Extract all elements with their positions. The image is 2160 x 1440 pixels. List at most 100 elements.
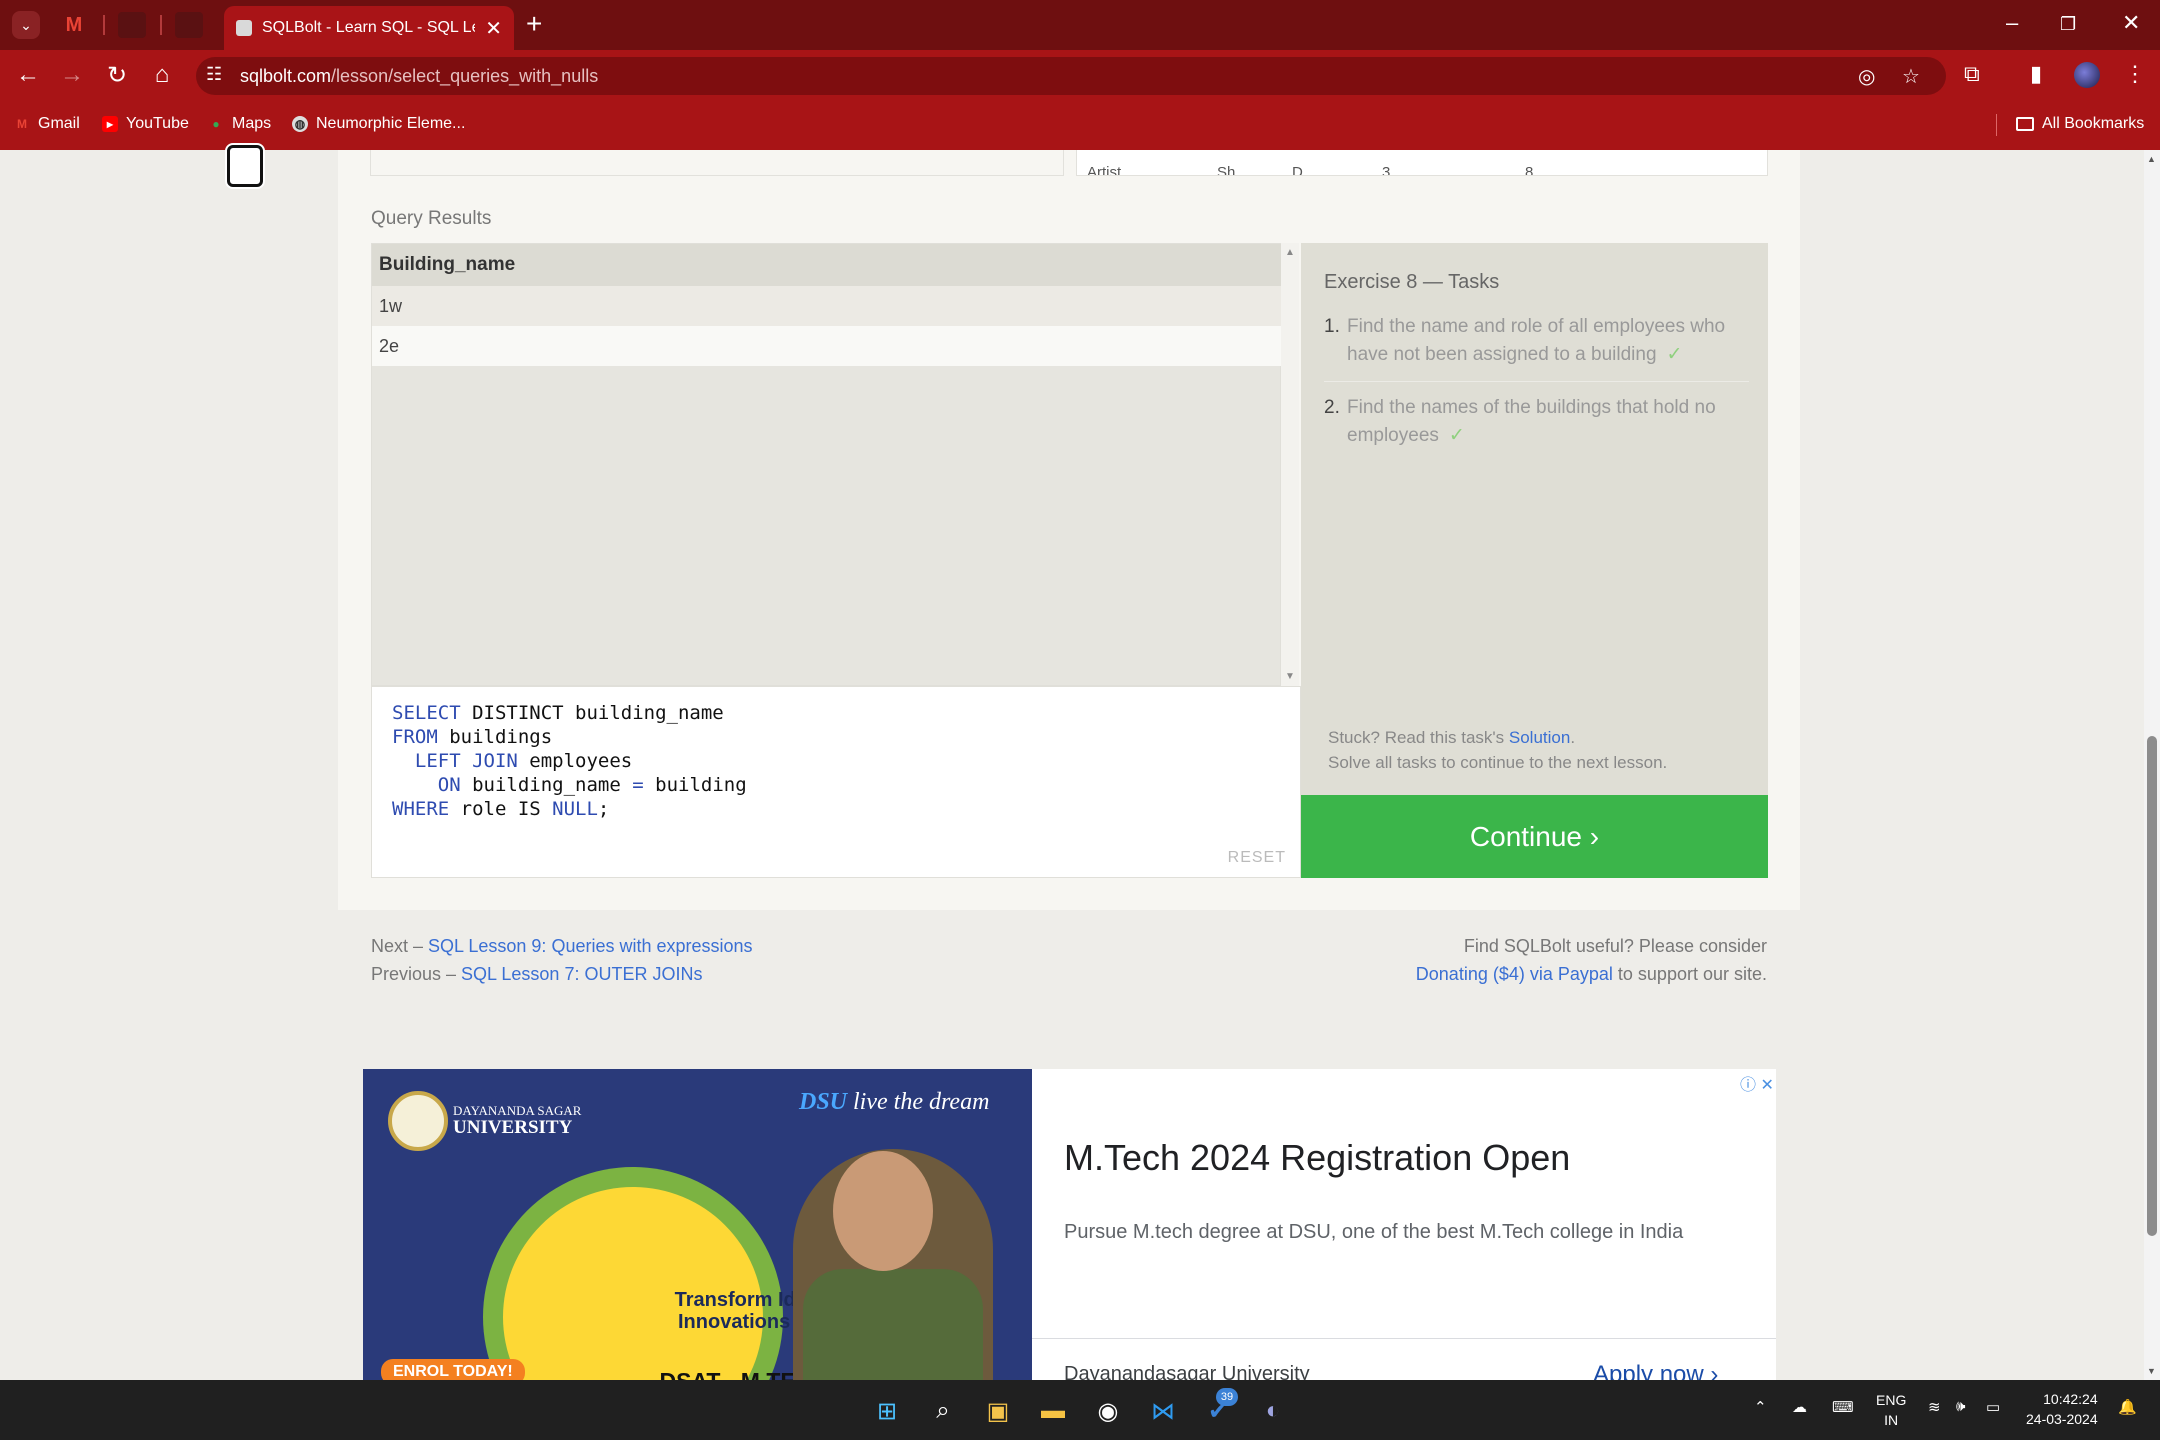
home-button[interactable]: ⌂ <box>147 60 177 90</box>
globe-icon: ◍ <box>292 116 308 132</box>
forward-button[interactable]: → <box>57 60 87 90</box>
task-number: 1. <box>1324 316 1340 337</box>
ad-university-line2: UNIVERSITY <box>453 1117 573 1138</box>
bookmark-gmail[interactable]: M Gmail <box>14 115 80 133</box>
donate-note: Find SQLBolt useful? Please consider Don… <box>1416 932 1767 988</box>
sql-keyword: SELECT <box>392 702 461 724</box>
language-indicator[interactable]: ENG IN <box>1876 1390 1906 1430</box>
search-icon[interactable]: ⌕ <box>926 1394 960 1428</box>
checkmark-icon: ✓ <box>1448 425 1465 446</box>
task-item: 2. Find the names of the buildings that … <box>1324 394 1749 462</box>
ad-description: Pursue M.tech degree at DSU, one of the … <box>1064 1221 1684 1243</box>
advertisement[interactable]: DAYANANDA SAGAR UNIVERSITY DSU live the … <box>363 1069 1776 1380</box>
site-info-icon[interactable]: ☷ <box>206 64 222 85</box>
reset-button[interactable]: RESET <box>1228 849 1286 867</box>
bookmark-star-icon[interactable]: ☆ <box>1902 64 1920 89</box>
bookmark-neumorphic[interactable]: ◍ Neumorphic Eleme... <box>292 115 465 133</box>
ad-image[interactable]: DAYANANDA SAGAR UNIVERSITY DSU live the … <box>363 1069 1032 1380</box>
pinned-tab-3[interactable] <box>175 12 203 38</box>
tab-strip: ⌄ M SQLBolt - Learn SQL - SQL Less ✕ + –… <box>0 0 2160 50</box>
sql-token: building <box>643 774 747 796</box>
vscode-icon[interactable]: ⋈ <box>1146 1394 1180 1428</box>
battery-icon[interactable]: ▭ <box>1986 1398 2000 1416</box>
address-bar[interactable]: ☷ sqlbolt.com/lesson/select_queries_with… <box>196 57 1946 95</box>
side-panel-icon[interactable]: ▮ <box>2030 61 2042 87</box>
continue-button[interactable]: Continue › <box>1301 795 1768 878</box>
ad-person-body <box>803 1269 983 1380</box>
tab-sqlbolt[interactable]: SQLBolt - Learn SQL - SQL Less ✕ <box>224 6 514 50</box>
query-results-label: Query Results <box>371 208 492 229</box>
bookmark-label: YouTube <box>126 115 189 132</box>
table-cell: 1w <box>372 286 1282 326</box>
chevron-up-icon[interactable]: ⌃ <box>1754 1398 1767 1416</box>
menu-kebab-icon[interactable]: ⋮ <box>2124 61 2146 87</box>
tab-search-button[interactable]: ⌄ <box>12 11 40 39</box>
ad-tagline: DSU live the dream <box>799 1089 989 1116</box>
all-bookmarks[interactable]: All Bookmarks <box>2016 115 2144 133</box>
sql-editor[interactable]: SELECT DISTINCT building_name FROM build… <box>371 686 1301 878</box>
file-explorer-icon[interactable]: ▬ <box>1036 1394 1070 1428</box>
fragment-cell: D... <box>1292 164 1316 176</box>
task-item: 1. Find the name and role of all employe… <box>1324 313 1749 382</box>
scrollbar-thumb[interactable] <box>2147 736 2157 1236</box>
solution-link[interactable]: Solution <box>1509 728 1570 747</box>
bookmark-maps[interactable]: ● Maps <box>208 115 271 133</box>
ad-divider <box>1032 1338 1776 1339</box>
minimize-button[interactable]: – <box>2006 10 2018 36</box>
fragment-cell: Artist <box>1087 164 1122 176</box>
url-text[interactable]: sqlbolt.com/lesson/select_queries_with_n… <box>240 66 598 87</box>
arrow-right-icon: → <box>60 61 84 88</box>
sql-token: role IS <box>449 798 553 820</box>
eclipse-icon[interactable]: ◐ <box>1256 1394 1290 1428</box>
region-code: IN <box>1884 1412 1899 1428</box>
wifi-icon[interactable]: ≋ <box>1928 1398 1941 1416</box>
cloud-icon[interactable]: ☁ <box>1792 1398 1807 1416</box>
scroll-up-icon[interactable]: ▲ <box>1285 247 1295 258</box>
ad-headline[interactable]: M.Tech 2024 Registration Open <box>1064 1137 1570 1179</box>
chrome-icon[interactable]: ◉ <box>1091 1394 1125 1428</box>
keyboard-icon[interactable]: ⌨ <box>1832 1398 1854 1416</box>
pinned-tab-2[interactable] <box>118 12 146 38</box>
bookmark-youtube[interactable]: ▶ YouTube <box>102 115 189 133</box>
gmail-icon: M <box>17 117 27 131</box>
next-lesson-link[interactable]: SQL Lesson 9: Queries with expressions <box>428 936 753 956</box>
close-window-button[interactable]: ✕ <box>2122 10 2140 36</box>
eye-off-icon[interactable]: ◎ <box>1858 64 1875 89</box>
profile-avatar[interactable] <box>2074 62 2100 88</box>
new-tab-button[interactable]: + <box>526 10 542 38</box>
prev-lesson-link[interactable]: SQL Lesson 7: OUTER JOINs <box>461 964 702 984</box>
scroll-up-icon[interactable]: ▲ <box>2147 154 2156 164</box>
table-row: 2e <box>372 326 1282 366</box>
volume-icon[interactable]: 🕪 <box>1956 1398 1965 1415</box>
sql-keyword: LEFT JOIN <box>414 750 518 772</box>
sql-code[interactable]: SELECT DISTINCT building_name FROM build… <box>392 701 747 821</box>
back-button[interactable]: ← <box>13 60 43 90</box>
windows-start-icon[interactable]: ⊞ <box>870 1394 904 1428</box>
restore-button[interactable]: ❐ <box>2060 14 2076 35</box>
notifications-bell-icon[interactable]: 🔔 <box>2118 1398 2137 1416</box>
table-cell: 2e <box>372 326 1282 366</box>
all-bookmarks-label: All Bookmarks <box>2042 115 2145 132</box>
table-fragment-left <box>370 150 1064 176</box>
close-icon[interactable]: ✕ <box>485 16 502 41</box>
pinned-tab-gmail[interactable]: M <box>60 12 88 38</box>
ad-enrol-badge: ENROL TODAY! <box>381 1359 525 1380</box>
tab-separator <box>103 15 105 35</box>
page-scrollbar[interactable]: ▲ ▼ <box>2144 150 2160 1380</box>
system-clock[interactable]: 10:42:24 24-03-2024 <box>2026 1389 2098 1429</box>
extensions-icon[interactable]: ⧉ <box>1964 61 1980 87</box>
store-icon[interactable]: ▣ <box>981 1394 1015 1428</box>
ad-person-face <box>833 1151 933 1271</box>
university-seal-icon <box>388 1091 448 1151</box>
youtube-icon: ▶ <box>102 116 118 132</box>
stuck-suffix: . <box>1570 728 1576 747</box>
checkmark-icon: ✓ <box>1666 344 1683 365</box>
reload-button[interactable]: ↻ <box>102 60 132 90</box>
scroll-down-icon[interactable]: ▼ <box>1285 671 1295 682</box>
ad-info-icon[interactable]: ⓘ ✕ <box>1740 1071 1774 1095</box>
scroll-down-icon[interactable]: ▼ <box>2147 1366 2156 1376</box>
results-scrollbar[interactable]: ▲ ▼ <box>1281 243 1299 686</box>
donate-link[interactable]: Donating ($4) via Paypal <box>1416 964 1613 984</box>
browser-toolbar: ← → ↻ ⌂ ☷ sqlbolt.com/lesson/select_quer… <box>0 50 2160 100</box>
ad-apply-link[interactable]: Apply now › <box>1593 1361 1718 1380</box>
